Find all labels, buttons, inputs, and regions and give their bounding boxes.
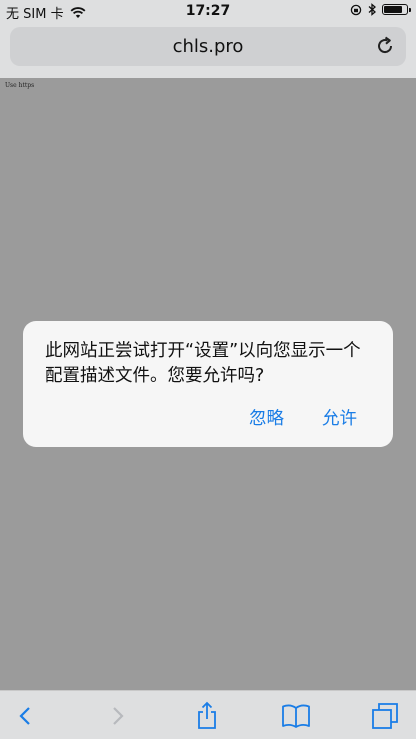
battery-fill	[384, 6, 402, 13]
orientation-lock-icon	[350, 4, 362, 15]
back-icon	[19, 707, 30, 725]
bottom-toolbar	[0, 690, 416, 739]
battery-icon	[382, 4, 411, 15]
alert-message: 此网站正尝试打开“设置”以向您显示一个配置描述文件。您要允许吗?	[45, 341, 361, 386]
back-button[interactable]	[10, 701, 40, 731]
status-bar: 无 SIM 卡 17:27	[0, 0, 416, 22]
browser-top-chrome: 无 SIM 卡 17:27 chls.pro	[0, 0, 416, 78]
alert-dialog: 此网站正尝试打开“设置”以向您显示一个配置描述文件。您要允许吗? 忽略 允许	[23, 321, 393, 447]
allow-button[interactable]: 允许	[322, 405, 357, 430]
url-text[interactable]: chls.pro	[10, 36, 406, 57]
ignore-button[interactable]: 忽略	[249, 405, 284, 430]
page-body-text: Use https	[5, 82, 35, 89]
share-icon	[198, 701, 216, 729]
forward-button[interactable]	[103, 701, 133, 731]
forward-icon	[113, 707, 124, 725]
bookmarks-icon	[282, 704, 310, 728]
status-right	[350, 3, 411, 16]
reload-icon[interactable]	[374, 35, 396, 57]
bookmarks-button[interactable]	[281, 701, 311, 731]
tabs-button[interactable]	[370, 701, 400, 731]
tabs-icon	[372, 703, 398, 729]
url-bar[interactable]: chls.pro	[10, 27, 406, 66]
bluetooth-icon	[368, 3, 376, 16]
share-button[interactable]	[192, 701, 222, 731]
